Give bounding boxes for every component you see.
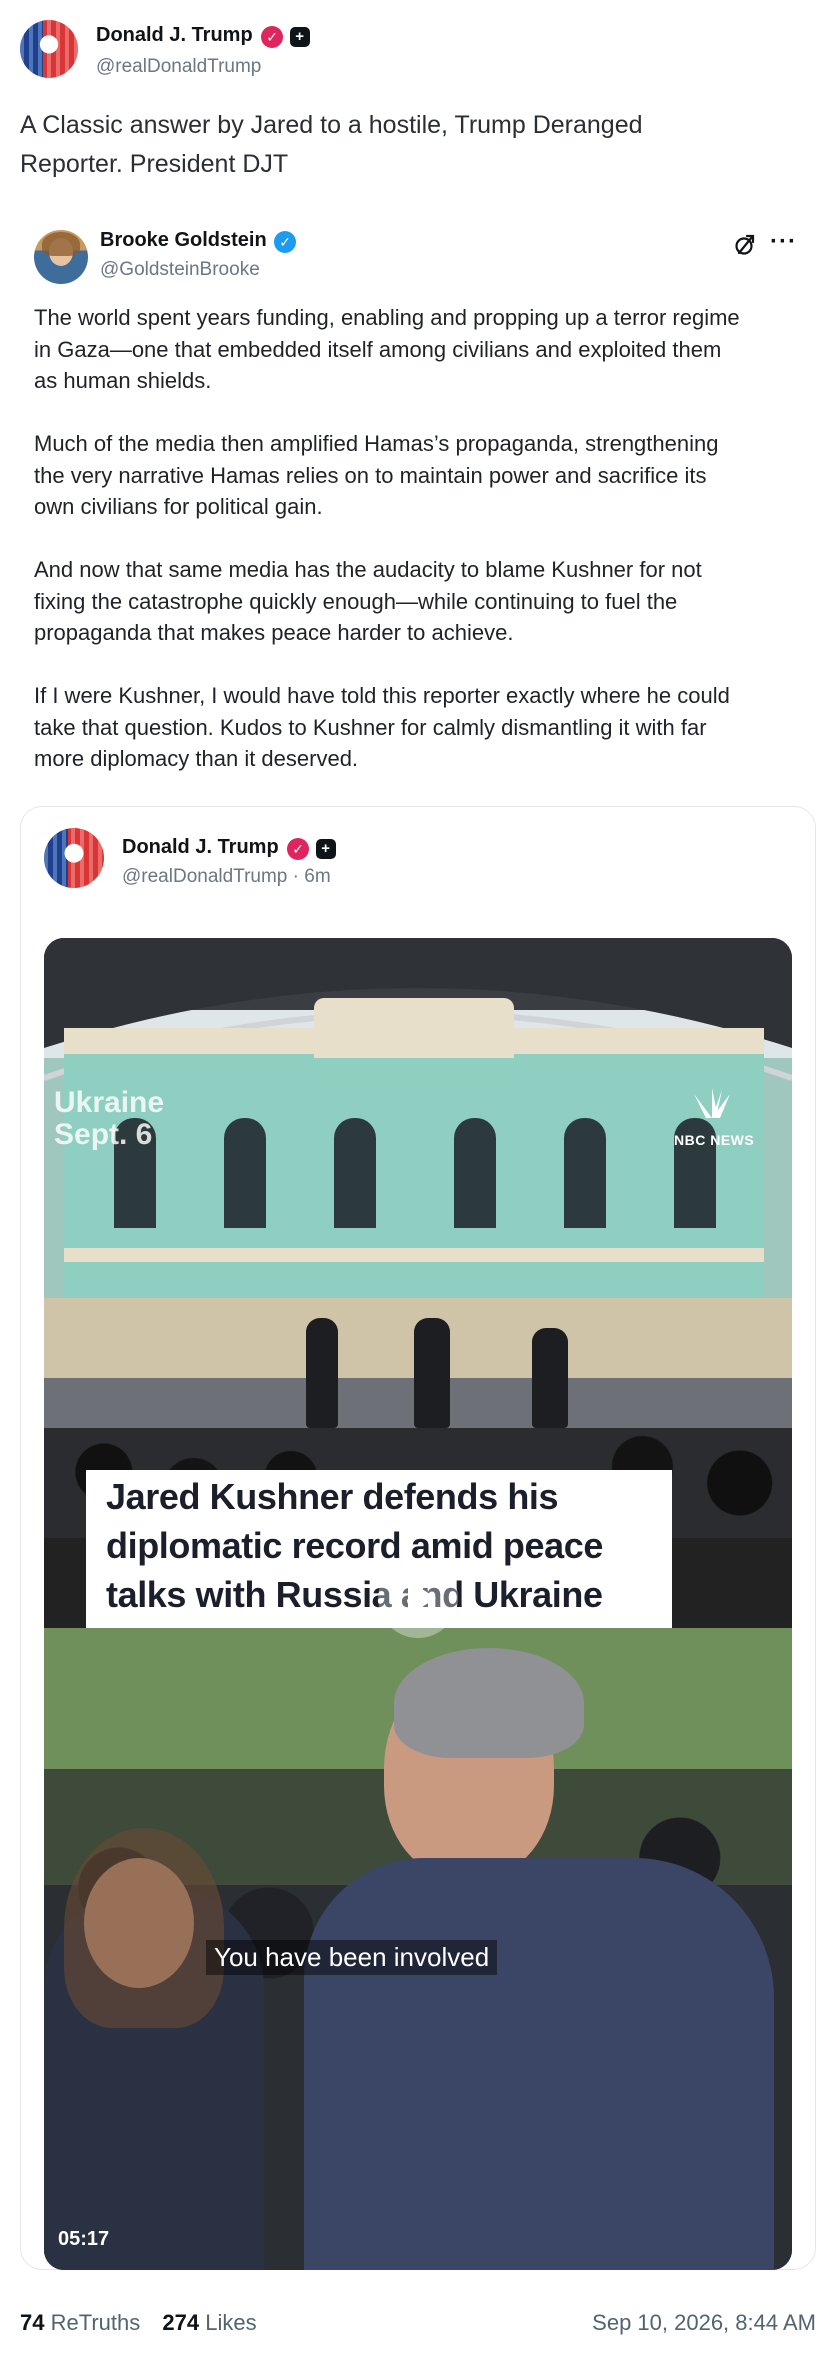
post-timestamp[interactable]: Sep 10, 2026, 8:44 AM bbox=[592, 2310, 816, 2336]
more-icon[interactable]: ··· bbox=[770, 228, 797, 256]
quoted-author-name[interactable]: Brooke Goldstein bbox=[100, 229, 267, 251]
quoted-paragraph: And now that same media has the audacity… bbox=[34, 554, 814, 649]
play-icon bbox=[408, 1580, 436, 1616]
share-icon[interactable] bbox=[732, 232, 758, 258]
post-text: A Classic answer by Jared to a hostile, … bbox=[20, 106, 820, 184]
engagement-stats: 74 ReTruths 274 Likes bbox=[20, 2310, 257, 2336]
affiliate-badge-icon: + bbox=[289, 26, 310, 47]
post-text-line: Reporter. President DJT bbox=[20, 150, 289, 178]
text-line: more diplomacy than it deserved. bbox=[34, 746, 359, 771]
quoted-text: The world spent years funding, enabling … bbox=[34, 302, 814, 806]
reporter-hair bbox=[394, 1648, 584, 1758]
text-line: own civilians for political gain. bbox=[34, 494, 323, 519]
nbc-peacock-icon bbox=[682, 1088, 742, 1120]
speaker-figure bbox=[414, 1318, 450, 1428]
verified-badge-icon: ✓ bbox=[274, 230, 297, 253]
video-headline-line: Jared Kushner defends his bbox=[106, 1476, 559, 1517]
text-line: fixing the catastrophe quickly enough—wh… bbox=[34, 588, 678, 614]
quoted-paragraph: The world spent years funding, enabling … bbox=[34, 302, 814, 397]
verified-badge-icon: ✓ bbox=[261, 25, 284, 48]
video-player[interactable]: Ukraine Sept. 6 NBC NEWS Jared Kushner d… bbox=[44, 938, 792, 2270]
video-subtitle: You have been involved bbox=[206, 1940, 498, 1975]
text-line: The world spent years funding, enabling … bbox=[34, 305, 740, 330]
author-name[interactable]: Donald J. Trump bbox=[96, 24, 253, 46]
play-button[interactable] bbox=[378, 1558, 458, 1638]
text-line: the very narrative Hamas relies on to ma… bbox=[34, 462, 707, 488]
affiliate-badge-icon: + bbox=[315, 838, 336, 859]
author-handle[interactable]: @realDonaldTrump bbox=[96, 56, 261, 78]
video-date: Sept. 6 bbox=[54, 1118, 153, 1151]
likes-count[interactable]: 274 bbox=[162, 2310, 199, 2335]
video-duration: 05:17 bbox=[58, 2228, 110, 2250]
text-line: take that question. Kudos to Kushner for… bbox=[34, 714, 707, 740]
speaker-figure bbox=[306, 1318, 338, 1428]
text-line: in Gaza—one that embedded itself among c… bbox=[34, 336, 722, 362]
quoted-author-handle[interactable]: @GoldsteinBrooke bbox=[100, 259, 260, 281]
likes-label[interactable]: Likes bbox=[205, 2310, 256, 2335]
text-line: Much of the media then amplified Hamas’s… bbox=[34, 431, 719, 456]
retruths-count[interactable]: 74 bbox=[20, 2310, 44, 2335]
embedded-author-handle[interactable]: @realDonaldTrump · 6m bbox=[122, 866, 331, 888]
author-avatar[interactable] bbox=[20, 20, 78, 78]
video-scene-top bbox=[44, 938, 792, 1538]
text-line: And now that same media has the audacity… bbox=[34, 557, 702, 582]
text-line: If I were Kushner, I would have told thi… bbox=[34, 683, 730, 708]
embedded-author-name[interactable]: Donald J. Trump bbox=[122, 836, 279, 858]
quoted-author-avatar[interactable] bbox=[34, 230, 88, 284]
quoted-paragraph: If I were Kushner, I would have told thi… bbox=[34, 680, 814, 775]
verified-badge-icon: ✓ bbox=[287, 837, 310, 860]
video-network: NBC NEWS bbox=[674, 1132, 755, 1148]
text-line: propaganda that makes peace harder to ac… bbox=[34, 620, 514, 645]
video-location: Ukraine bbox=[54, 1086, 165, 1119]
retruths-label[interactable]: ReTruths bbox=[51, 2310, 141, 2335]
text-line: as human shields. bbox=[34, 368, 212, 393]
post-text-line: A Classic answer by Jared to a hostile, … bbox=[20, 111, 643, 139]
building-facade bbox=[64, 998, 764, 1298]
embedded-author-avatar[interactable] bbox=[44, 828, 104, 888]
quoted-paragraph: Much of the media then amplified Hamas’s… bbox=[34, 428, 814, 523]
speaker-figure bbox=[532, 1328, 568, 1428]
reporter-jacket bbox=[304, 1858, 774, 2270]
